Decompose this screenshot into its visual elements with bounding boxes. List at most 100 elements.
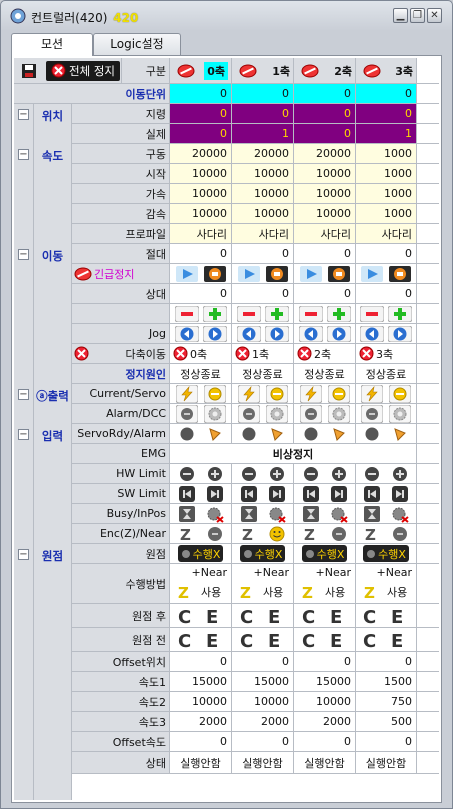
- origin-run-button[interactable]: 수행X: [177, 545, 224, 562]
- alarmdcc-grey-icon[interactable]: [359, 404, 385, 423]
- curservo-yellow-icon[interactable]: [326, 384, 352, 403]
- absmove-play-icon[interactable]: [174, 265, 200, 283]
- absmove-halt-icon[interactable]: [202, 265, 228, 283]
- alarmdcc-gear-icon[interactable]: [326, 404, 352, 423]
- decel-value-axis2[interactable]: 10000: [294, 204, 356, 223]
- unit-value-axis0[interactable]: 0: [170, 84, 232, 103]
- spd1-value-axis3[interactable]: 1500: [356, 672, 417, 691]
- no-entry-icon[interactable]: [359, 62, 385, 80]
- start-value-axis2[interactable]: 10000: [294, 164, 356, 183]
- after-cee-icon[interactable]: C: [298, 607, 324, 625]
- act-value-axis1[interactable]: 1: [232, 124, 294, 143]
- after-cee-icon[interactable]: C: [174, 607, 200, 625]
- cmd-value-axis3[interactable]: 0: [356, 104, 417, 123]
- after-cee-icon[interactable]: C: [236, 607, 262, 625]
- drive-value-axis1[interactable]: 20000: [232, 144, 294, 163]
- before-cee-icon[interactable]: C: [359, 631, 385, 649]
- rel-value-axis3[interactable]: 0: [356, 284, 417, 303]
- multi-axis-2[interactable]: 2축: [294, 344, 356, 363]
- unit-value-axis1[interactable]: 0: [232, 84, 294, 103]
- rel-value-axis1[interactable]: 0: [232, 284, 294, 303]
- rel-value-axis0[interactable]: 0: [170, 284, 232, 303]
- offspd-value-axis3[interactable]: 0: [356, 732, 417, 751]
- rel-value-axis2[interactable]: 0: [294, 284, 356, 303]
- multi-axis-0[interactable]: 0축: [170, 344, 232, 363]
- cmd-value-axis2[interactable]: 0: [294, 104, 356, 123]
- use-toggle[interactable]: Z 사용: [170, 583, 231, 601]
- state-value-axis2[interactable]: 실행안함: [294, 752, 356, 773]
- jog-right-icon[interactable]: [264, 325, 290, 343]
- jog-right-icon[interactable]: [387, 325, 413, 343]
- cmd-value-axis0[interactable]: 0: [170, 104, 232, 123]
- cmd-value-axis1[interactable]: 0: [232, 104, 294, 123]
- offpos-value-axis3[interactable]: 0: [356, 652, 417, 671]
- spd3-value-axis1[interactable]: 2000: [232, 712, 294, 731]
- drive-value-axis0[interactable]: 20000: [170, 144, 232, 163]
- absmove-halt-icon[interactable]: [387, 265, 413, 283]
- before-cee-icon[interactable]: C: [174, 631, 200, 649]
- before-eee-icon[interactable]: E: [264, 631, 290, 649]
- stopcause-value-axis0[interactable]: 정상종료: [170, 364, 232, 383]
- abs-value-axis3[interactable]: 0: [356, 244, 417, 263]
- relmove-plus-icon[interactable]: [202, 305, 228, 323]
- alarmdcc-grey-icon[interactable]: [298, 404, 324, 423]
- abs-value-axis0[interactable]: 0: [170, 244, 232, 263]
- offpos-value-axis2[interactable]: 0: [294, 652, 356, 671]
- drive-value-axis3[interactable]: 1000: [356, 144, 417, 163]
- abs-value-axis2[interactable]: 0: [294, 244, 356, 263]
- spd2-value-axis0[interactable]: 10000: [170, 692, 232, 711]
- spd3-value-axis0[interactable]: 2000: [170, 712, 232, 731]
- alarmdcc-gear-icon[interactable]: [202, 404, 228, 423]
- curservo-bolt-icon[interactable]: [236, 384, 262, 403]
- offspd-value-axis2[interactable]: 0: [294, 732, 356, 751]
- after-eee-icon[interactable]: E: [264, 607, 290, 625]
- multi-axis-3[interactable]: 3축: [356, 344, 417, 363]
- jog-right-icon[interactable]: [326, 325, 352, 343]
- curservo-yellow-icon[interactable]: [264, 384, 290, 403]
- spd2-value-axis3[interactable]: 750: [356, 692, 417, 711]
- spd3-value-axis3[interactable]: 500: [356, 712, 417, 731]
- minimize-button[interactable]: ▁: [393, 8, 408, 23]
- curservo-bolt-icon[interactable]: [298, 384, 324, 403]
- curservo-bolt-icon[interactable]: [359, 384, 385, 403]
- collapse-pos-icon[interactable]: −: [18, 109, 29, 120]
- curservo-yellow-icon[interactable]: [387, 384, 413, 403]
- accel-value-axis1[interactable]: 10000: [232, 184, 294, 203]
- alarmdcc-grey-icon[interactable]: [174, 404, 200, 423]
- stopcause-value-axis1[interactable]: 정상종료: [232, 364, 294, 383]
- collapse-origin-icon[interactable]: −: [18, 549, 29, 560]
- relmove-plus-icon[interactable]: [326, 305, 352, 323]
- relmove-minus-icon[interactable]: [359, 305, 385, 323]
- state-value-axis1[interactable]: 실행안함: [232, 752, 294, 773]
- stopcause-value-axis2[interactable]: 정상종료: [294, 364, 356, 383]
- relmove-minus-icon[interactable]: [174, 305, 200, 323]
- method-value[interactable]: +Near: [232, 566, 293, 579]
- offspd-value-axis0[interactable]: 0: [170, 732, 232, 751]
- state-value-axis0[interactable]: 실행안함: [170, 752, 232, 773]
- use-toggle[interactable]: Z 사용: [356, 583, 416, 601]
- offpos-value-axis1[interactable]: 0: [232, 652, 294, 671]
- curservo-bolt-icon[interactable]: [174, 384, 200, 403]
- absmove-play-icon[interactable]: [298, 265, 324, 283]
- no-entry-icon[interactable]: [235, 62, 261, 80]
- jog-right-icon[interactable]: [202, 325, 228, 343]
- jog-left-icon[interactable]: [298, 325, 324, 343]
- before-eee-icon[interactable]: E: [202, 631, 228, 649]
- spd1-value-axis2[interactable]: 15000: [294, 672, 356, 691]
- offpos-value-axis0[interactable]: 0: [170, 652, 232, 671]
- state-value-axis3[interactable]: 실행안함: [356, 752, 417, 773]
- save-icon[interactable]: [16, 62, 42, 80]
- jog-left-icon[interactable]: [359, 325, 385, 343]
- absmove-halt-icon[interactable]: [264, 265, 290, 283]
- origin-run-button[interactable]: 수행X: [301, 545, 348, 562]
- method-value[interactable]: +Near: [356, 566, 416, 579]
- profile-value-axis0[interactable]: 사다리: [170, 224, 232, 243]
- spd2-value-axis1[interactable]: 10000: [232, 692, 294, 711]
- abs-value-axis1[interactable]: 0: [232, 244, 294, 263]
- profile-value-axis3[interactable]: 사다리: [356, 224, 417, 243]
- alarmdcc-gear-icon[interactable]: [264, 404, 290, 423]
- act-value-axis3[interactable]: 1: [356, 124, 417, 143]
- alarmdcc-grey-icon[interactable]: [236, 404, 262, 423]
- collapse-input-icon[interactable]: −: [18, 429, 29, 440]
- origin-run-button[interactable]: 수행X: [363, 545, 409, 562]
